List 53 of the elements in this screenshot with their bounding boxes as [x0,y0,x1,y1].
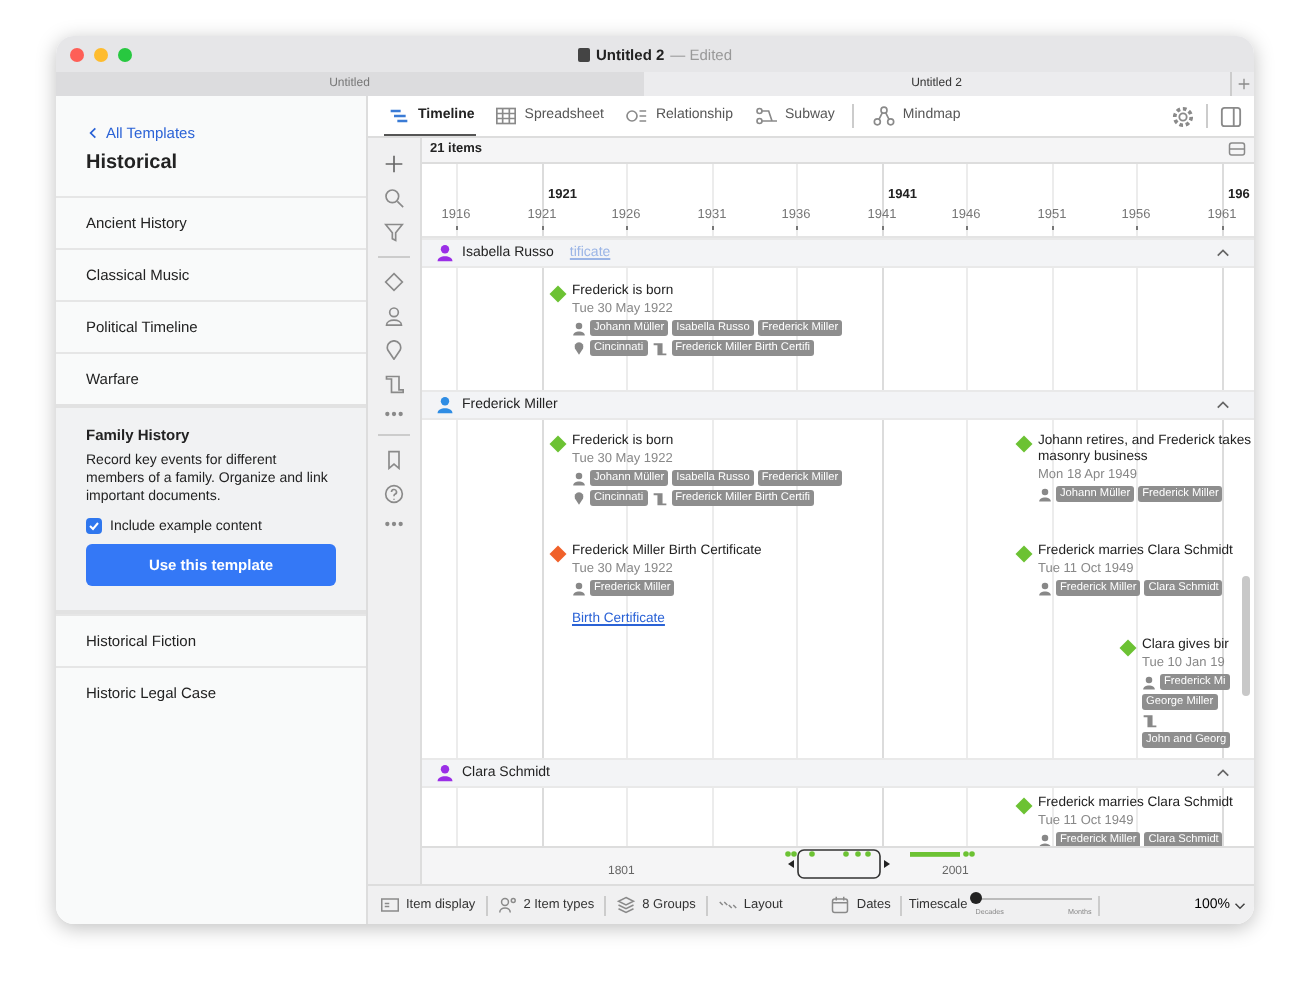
new-tab-button[interactable] [1230,72,1254,96]
table-icon [494,105,519,125]
chevron-up-icon [1216,767,1230,778]
card-icon [380,896,400,914]
person-icon [572,581,586,596]
sidebar-heading: Historical [84,150,180,178]
more-icon[interactable] [384,518,404,530]
sidebar-toggle-icon[interactable] [1220,105,1242,127]
mindmap-icon [872,105,897,125]
add-icon[interactable] [384,154,404,174]
calendar-icon [830,896,851,914]
check-icon [88,520,100,533]
search-icon[interactable] [384,188,404,208]
scroll-icon [651,491,668,506]
collapse-button[interactable] [1216,247,1230,258]
collapse-button[interactable] [1216,399,1230,410]
settings-icon[interactable] [1172,105,1194,127]
relationship-icon [623,105,650,125]
scrollbar[interactable] [1242,575,1250,696]
pin-outline-icon[interactable] [384,340,404,360]
scroll-icon [1142,714,1158,729]
people-icon [497,896,518,914]
chevron-up-icon [1216,399,1230,410]
more-icon[interactable] [384,408,404,420]
collapse-button[interactable] [1216,767,1230,778]
filter-icon[interactable] [384,222,404,242]
pin-icon [572,491,586,506]
help-icon[interactable] [384,484,404,504]
checkbox[interactable] [86,518,102,535]
layout-icon [717,896,738,914]
scroll-outline-icon[interactable] [384,374,404,394]
pin-icon [572,341,586,356]
collapse-icon[interactable] [1228,140,1246,159]
timeline-icon [386,105,412,125]
chevron-left-icon [86,126,100,140]
bookmark-icon[interactable] [384,450,404,470]
person-icon [1038,487,1052,502]
chevron-up-icon [1216,247,1230,258]
person-icon [572,471,586,486]
plus-icon [1235,76,1251,92]
person-icon [1038,581,1052,596]
person-icon [1142,675,1156,690]
diamond-icon[interactable] [384,272,404,292]
scroll-icon [651,341,668,356]
person-outline-icon[interactable] [384,306,404,326]
subway-icon [753,105,780,125]
person-icon [572,321,586,336]
caret-icon [1234,901,1246,909]
person-icon [1038,833,1052,847]
layers-icon [616,896,637,914]
zoom-button[interactable] [118,47,132,61]
document-icon [577,47,590,61]
close-button[interactable] [70,47,84,61]
